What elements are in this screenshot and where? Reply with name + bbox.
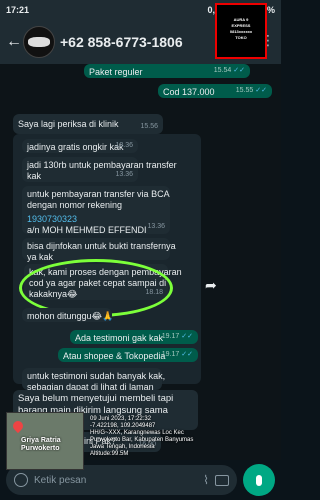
status-time: 17:21 bbox=[6, 5, 30, 15]
message-bubble-incoming[interactable]: untuk testimoni sudah banyak kak, sebagi… bbox=[22, 368, 165, 392]
message-bubble-incoming[interactable]: bisa dijnfokan untuk bukti transfernya y… bbox=[22, 238, 176, 262]
location-info: 09 Juni 2023, 17:22:32 -7.422198, 109.20… bbox=[90, 416, 194, 457]
message-bubble-outgoing[interactable]: Ada testimoni gak kak 19.17 ✓✓ bbox=[70, 330, 198, 344]
location-watermark: Griya Ratria Purwokerto 09 Juni 2023, 17… bbox=[6, 412, 196, 492]
chat-area[interactable]: Paket reguler 15.54 ✓✓ Cod 137.000 15.55 ✓… bbox=[0, 64, 281, 460]
message-bubble-incoming[interactable]: mohon ditunggu😂🙏 bbox=[22, 308, 113, 322]
message-bubble-incoming[interactable]: Saya lagi periksa di klinik 15.56 bbox=[13, 114, 163, 134]
message-bubble-outgoing[interactable]: Cod 137.000 15.55 ✓✓ bbox=[158, 84, 272, 98]
share-forward-icon[interactable]: ➦ bbox=[205, 277, 217, 294]
read-ticks-icon: ✓✓ bbox=[181, 351, 193, 358]
camera-icon[interactable] bbox=[215, 474, 229, 486]
avatar[interactable] bbox=[23, 26, 55, 58]
message-bubble-outgoing[interactable]: Paket reguler 15.54 ✓✓ bbox=[84, 64, 250, 78]
contact-name[interactable]: +62 858-6773-1806 bbox=[60, 34, 183, 50]
message-bubble-outgoing[interactable]: Atau shopee & Tokopedia 19.17 ✓✓ bbox=[58, 348, 198, 362]
read-ticks-icon: ✓✓ bbox=[233, 67, 245, 74]
store-logo: AURA 9 EXPRESS 0813xxxxxx TOKO bbox=[215, 3, 267, 59]
read-ticks-icon: ✓✓ bbox=[255, 87, 267, 94]
logo-text-4: TOKO bbox=[235, 35, 247, 40]
mic-button[interactable] bbox=[243, 464, 275, 496]
map-thumbnail: Griya Ratria Purwokerto bbox=[6, 412, 84, 470]
attach-icon[interactable]: ⌇ bbox=[203, 473, 209, 487]
read-ticks-icon: ✓✓ bbox=[181, 333, 193, 340]
message-bubble-incoming[interactable]: jadi 130rb untuk pembayaran transfer kak… bbox=[22, 157, 177, 182]
back-arrow-icon[interactable]: ← bbox=[6, 33, 22, 51]
message-bubble-incoming[interactable]: jadinya gratis ongkir kak 13.36 bbox=[22, 139, 138, 153]
microphone-icon bbox=[256, 474, 262, 486]
account-number-link[interactable]: 1930730323 bbox=[27, 214, 165, 225]
message-bubble-incoming[interactable]: untuk pembayaran transfer via BCA dengan… bbox=[22, 186, 170, 235]
location-pin-icon bbox=[10, 418, 26, 434]
